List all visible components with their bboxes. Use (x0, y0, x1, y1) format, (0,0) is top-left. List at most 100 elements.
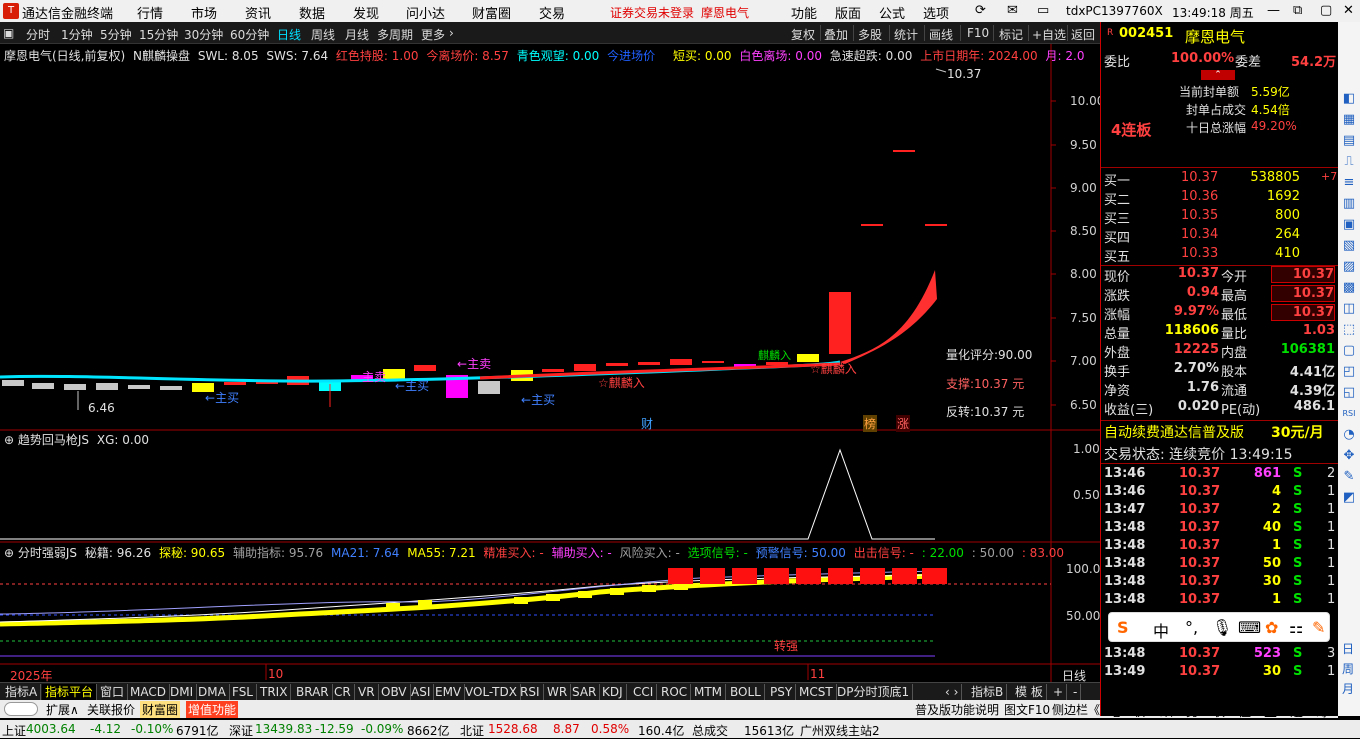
period-day[interactable]: 日线 (277, 26, 301, 43)
tool-biaoji[interactable]: 标记 (999, 26, 1023, 43)
tab-8[interactable]: BRAR (293, 684, 333, 700)
tab-4[interactable]: DMI (167, 684, 198, 700)
tool-f10[interactable]: F10 (967, 26, 989, 40)
bid-row[interactable]: 买一 10.37 538805 +7 (1101, 170, 1339, 189)
tab-29[interactable]: - (1070, 684, 1082, 700)
close-icon[interactable]: ✕ (1343, 3, 1354, 18)
period-week[interactable]: 周线 (311, 26, 335, 43)
tab-12[interactable]: ASI (408, 684, 435, 700)
tool-duogu[interactable]: 多股 (858, 26, 882, 43)
menu-gongneng[interactable]: 功能 (791, 3, 817, 22)
ad-text[interactable]: 自动续费通达信普及版 (1104, 422, 1244, 442)
frame-icon[interactable]: ⬚ (1340, 321, 1358, 339)
tab-26[interactable]: 指标B (968, 684, 1008, 700)
stock-code[interactable]: 002451 (1119, 26, 1173, 41)
tab-22[interactable]: BOLL (727, 684, 765, 700)
period-side-0[interactable]: 日 (1342, 640, 1354, 657)
bid-row[interactable]: 买三 10.35 800 (1101, 208, 1339, 227)
menu-caifuquan[interactable]: 财富圈 (472, 3, 511, 22)
settings-icon[interactable]: ⊕ (4, 433, 14, 447)
tab-21[interactable]: MTM (691, 684, 727, 700)
bid-row[interactable]: 买二 10.36 1692 (1101, 189, 1339, 208)
sz-index[interactable]: 13439.83 (255, 722, 312, 736)
tool-fanhui[interactable]: 返回 (1071, 26, 1095, 43)
box-icon[interactable]: ▣ (1340, 216, 1358, 234)
tab-14[interactable]: VOL-TDX (462, 684, 521, 700)
menu-shuju[interactable]: 数据 (299, 3, 325, 22)
move-icon[interactable]: ✥ (1340, 447, 1358, 465)
server-name[interactable]: 广州双线主站2 (800, 722, 880, 739)
menu-gongshi[interactable]: 公式 (879, 3, 905, 22)
ad-row[interactable]: 自动续费通达信普及版 30元/月 (1101, 422, 1339, 441)
menu-shichang[interactable]: 市场 (191, 3, 217, 22)
tool-zixuan[interactable]: +自选 (1032, 26, 1066, 43)
tab-10[interactable]: VR (355, 684, 379, 700)
period-multi[interactable]: 多周期 (377, 26, 413, 43)
bottom-f10[interactable]: 图文F10 (1004, 701, 1050, 718)
grid-icon[interactable]: ▦ (1340, 111, 1358, 129)
menu-xuanxiang[interactable]: 选项 (923, 3, 949, 22)
period-month[interactable]: 月线 (345, 26, 369, 43)
bottom-expand[interactable]: 扩展∧ (46, 701, 79, 718)
ad-price[interactable]: 30元/月 (1271, 422, 1324, 442)
bottom-caifuquan[interactable]: 财富圈 (140, 701, 181, 718)
period-fenshi[interactable]: 分时 (26, 26, 50, 43)
stock-name[interactable]: 摩恩电气 (1185, 26, 1245, 47)
tab-19[interactable]: CCI (630, 684, 658, 700)
toggle-icon[interactable]: ▣ (3, 26, 14, 40)
period-5min[interactable]: 5分钟 (100, 26, 132, 43)
bz-index[interactable]: 1528.68 (488, 722, 538, 736)
login-notice[interactable]: 证券交易未登录 (610, 4, 694, 21)
tab-17[interactable]: SAR (569, 684, 601, 700)
period-1min[interactable]: 1分钟 (61, 26, 93, 43)
tab-5[interactable]: DMA (195, 684, 230, 700)
bottom-related[interactable]: 关联报价 (87, 701, 135, 718)
square-icon[interactable]: ▢ (1340, 342, 1358, 360)
tab-scroll-icon[interactable]: ‹ › (942, 684, 963, 700)
refresh-icon[interactable]: ⟳ (975, 3, 986, 18)
period-30min[interactable]: 30分钟 (184, 26, 223, 43)
period-15min[interactable]: 15分钟 (139, 26, 178, 43)
bottom-edition-note[interactable]: 普及版功能说明 (915, 701, 999, 718)
list-icon[interactable]: ▤ (1340, 132, 1358, 150)
settings-icon[interactable]: ⊕ (4, 546, 14, 560)
tab-0[interactable]: 指标A (2, 684, 42, 700)
mic-icon[interactable]: 🎙 (1212, 618, 1232, 637)
ime-toolbar[interactable]: S 中 °, 🎙 ⌨ ✿ ⚏ ✎ (1108, 612, 1330, 642)
menu-wenxiaoda[interactable]: 问小达 (406, 3, 445, 22)
tab-24[interactable]: MCST (796, 684, 837, 700)
period-side-1[interactable]: 周 (1342, 660, 1354, 677)
menu-zixun[interactable]: 资讯 (245, 3, 271, 22)
clock-icon[interactable]: ◔ (1340, 426, 1358, 444)
tab-7[interactable]: TRIX (257, 684, 292, 700)
kline-icon[interactable]: ▧ (1340, 237, 1358, 255)
chart-area[interactable]: 摩恩电气(日线,前复权) N麒麟操盘 SWL: 8.05 SWS: 7.64 红… (0, 44, 1104, 684)
chat-icon[interactable]: ✉ (1007, 3, 1018, 18)
tab-28[interactable]: + (1050, 684, 1068, 700)
tab-18[interactable]: KDJ (599, 684, 627, 700)
ime-punct[interactable]: °, (1185, 618, 1198, 637)
chart-icon[interactable]: ⎍ (1340, 153, 1358, 171)
layout-icon[interactable]: ◧ (1340, 90, 1358, 108)
skin-icon[interactable]: ✿ (1265, 618, 1278, 637)
tab-9[interactable]: CR (331, 684, 355, 700)
bottom-value-added[interactable]: 增值功能 (186, 701, 239, 718)
indicator-name[interactable]: N麒麟操盘 (133, 49, 190, 63)
tab-2[interactable]: 窗口 (97, 684, 129, 700)
more-arrow-icon[interactable]: › (449, 26, 454, 40)
toggle-switch[interactable] (4, 702, 38, 716)
window-icon[interactable]: ◫ (1340, 300, 1358, 318)
period-60min[interactable]: 60分钟 (230, 26, 269, 43)
table-icon[interactable]: ▥ (1340, 195, 1358, 213)
sh-index[interactable]: 4003.64 (26, 722, 76, 736)
bars-icon[interactable]: ▨ (1340, 258, 1358, 276)
restore-icon[interactable]: ⧉ (1293, 3, 1302, 18)
notice-stock[interactable]: 摩恩电气 (701, 4, 749, 21)
tab-16[interactable]: WR (544, 684, 572, 700)
split2-icon[interactable]: ◱ (1340, 384, 1358, 402)
limit-up-marker[interactable]: 涨 (896, 415, 911, 432)
menu-faxian[interactable]: 发现 (353, 3, 379, 22)
pen-icon[interactable]: ✎ (1340, 468, 1358, 486)
tab-27[interactable]: 模 板 (1012, 684, 1047, 700)
period-more[interactable]: 更多 (421, 26, 445, 43)
